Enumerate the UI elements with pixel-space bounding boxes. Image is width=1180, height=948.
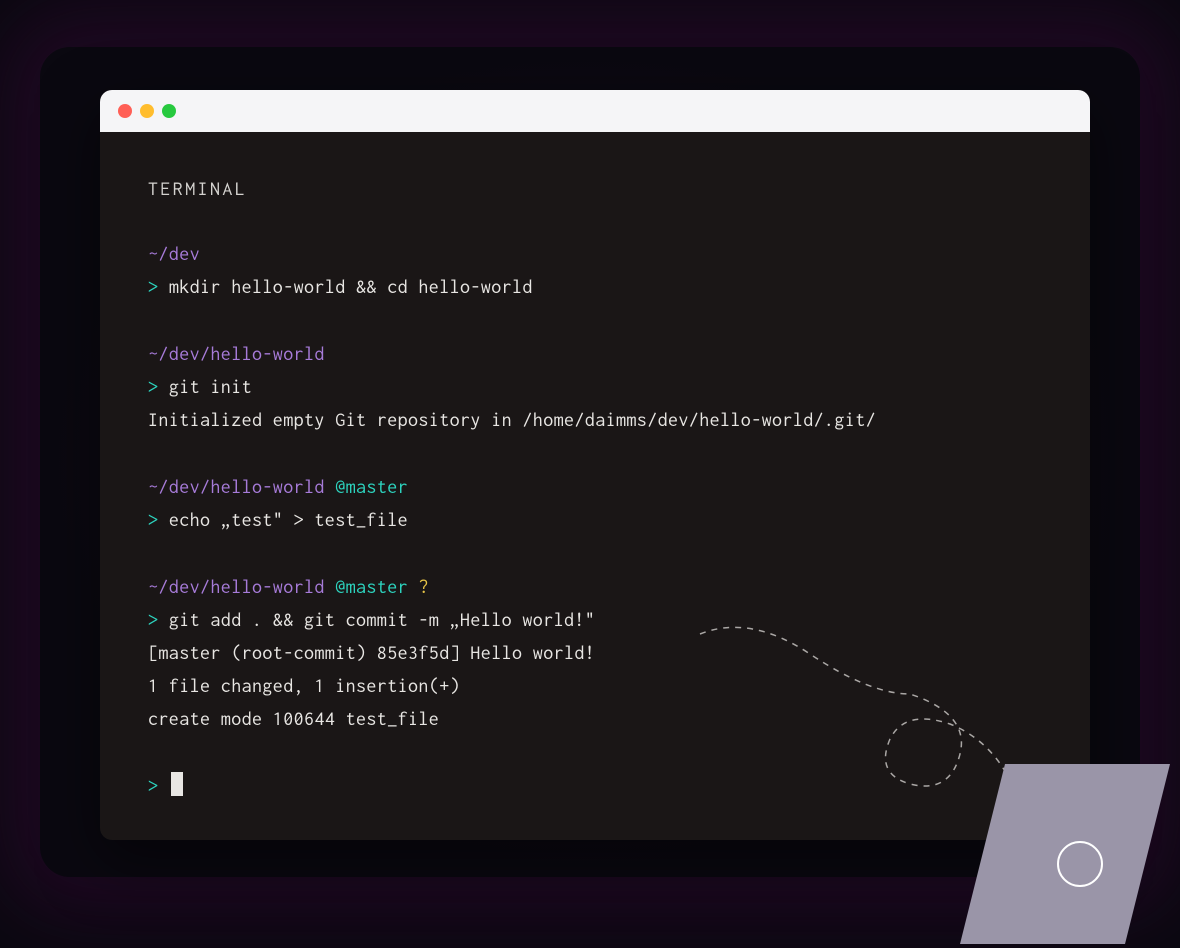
cursor-icon [171,772,183,796]
path-text: ~/dev [148,243,200,264]
command-block: ~/dev > mkdir hello-world && cd hello-wo… [148,237,1042,303]
prompt-symbol: > [148,276,158,297]
command-text: git add . && git commit -m „Hello world!… [169,609,595,630]
output-text: Initialized empty Git repository in /hom… [148,403,1042,436]
command-text: git init [169,376,252,397]
command-block: ~/dev/hello-world > git init Initialized… [148,337,1042,436]
path-text: ~/dev/hello-world [148,343,325,364]
paper-decoration-icon [950,754,1170,944]
command-text: mkdir hello-world && cd hello-world [169,276,533,297]
prompt-symbol: > [148,775,158,796]
terminal-body[interactable]: TERMINAL ~/dev > mkdir hello-world && cd… [100,132,1090,840]
path-text: ~/dev/hello-world [148,576,325,597]
minimize-icon[interactable] [140,104,154,118]
close-icon[interactable] [118,104,132,118]
branch-text: @master [335,476,408,497]
prompt-symbol: > [148,609,158,630]
prompt-symbol: > [148,509,158,530]
command-block: ~/dev/hello-world @master ? > git add . … [148,570,1042,735]
prompt-symbol: > [148,376,158,397]
command-block: > [148,769,1042,802]
titlebar [100,90,1090,132]
terminal-title: TERMINAL [148,172,1042,205]
command-block: ~/dev/hello-world @master > echo „test" … [148,470,1042,536]
status-text: ? [418,576,428,597]
terminal-window: TERMINAL ~/dev > mkdir hello-world && cd… [100,90,1090,840]
path-text: ~/dev/hello-world [148,476,325,497]
output-text: 1 file changed, 1 insertion(+) [148,669,1042,702]
output-text: [master (root-commit) 85e3f5d] Hello wor… [148,636,1042,669]
output-text: create mode 100644 test_file [148,702,1042,735]
command-text: echo „test" > test_file [169,509,408,530]
branch-text: @master [335,576,408,597]
maximize-icon[interactable] [162,104,176,118]
